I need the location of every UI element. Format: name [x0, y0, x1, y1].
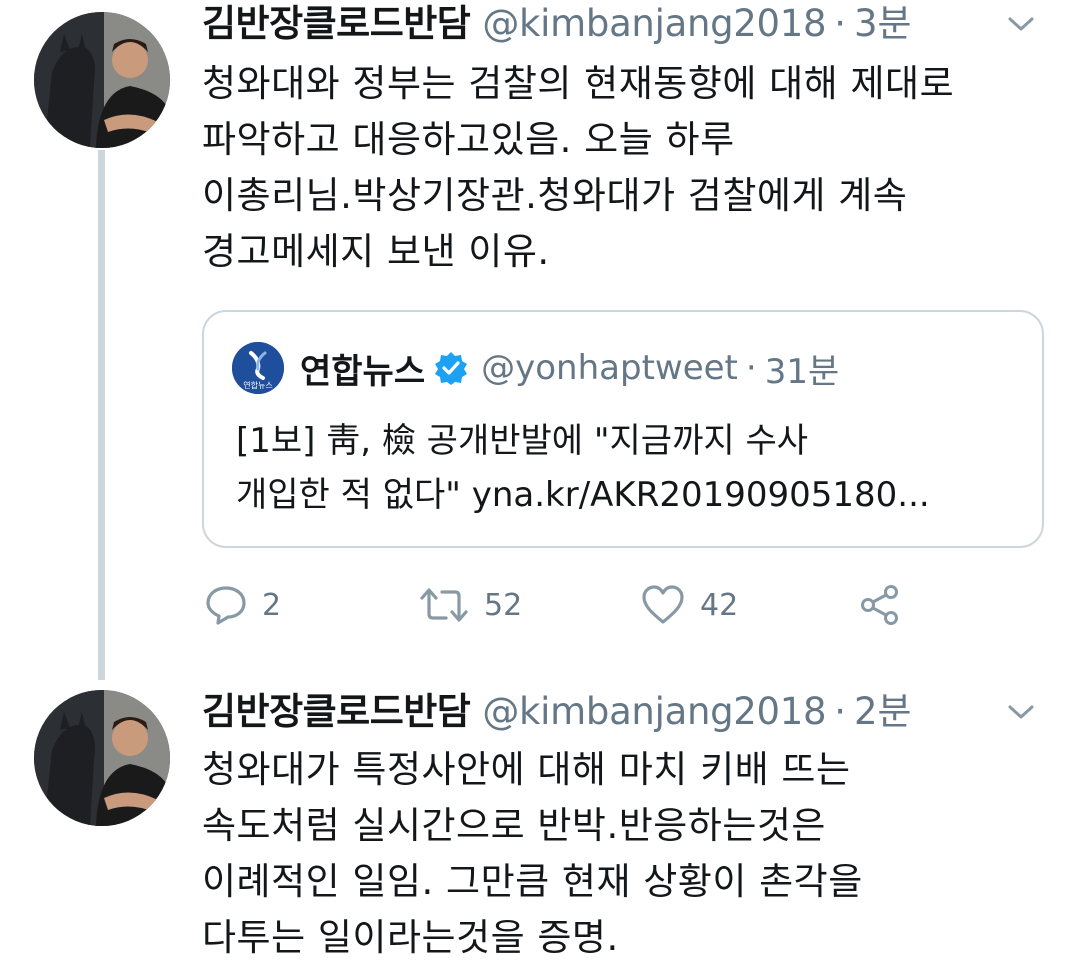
share-icon [861, 585, 898, 625]
tweet-text: 청와대와 정부는 검찰의 현재동향에 대해 제대로 파악하고 대응하고있음. 오… [202, 56, 1050, 280]
tweet-text: 청와대가 특정사안에 대해 마치 키배 뜨는 속도처럼 실시간으로 반박.반응하… [202, 742, 1050, 966]
verified-badge-icon [435, 352, 468, 385]
tweet-line: 경고메세지 보낸 이유. [202, 230, 550, 273]
tweet-header: 김반장클로드반담 @kimbanjang2018 · 3분 [202, 2, 1050, 46]
author-name[interactable]: 김반장클로드반담 [202, 2, 471, 46]
timestamp[interactable]: 3분 [854, 2, 912, 46]
quoted-tweet-header: 연합뉴스 연합뉴스 @yonhaptweet · 31분 [232, 342, 839, 394]
quoted-tweet-line: [1보] 靑, 檢 공개반발에 "지금까지 수사 [236, 421, 809, 461]
tweet-actions: 2 52 42 [202, 580, 922, 630]
chevron-down-icon[interactable] [1006, 700, 1036, 724]
tweet-line: 파악하고 대응하고있음. 오늘 하루 [202, 118, 735, 161]
timestamp[interactable]: 2분 [854, 690, 912, 734]
tweet-line: 이례적인 일임. 그만큼 현재 상황이 촌각을 [202, 860, 863, 903]
author-name[interactable]: 김반장클로드반담 [202, 690, 471, 734]
tweet-line: 이총리님.박상기장관.청와대가 검찰에게 계속 [202, 174, 908, 217]
quoted-author-handle[interactable]: @yonhaptweet [481, 348, 738, 388]
quoted-timestamp[interactable]: 31분 [765, 344, 840, 393]
yonhap-logo-avatar[interactable]: 연합뉴스 [232, 342, 284, 394]
separator-dot: · [834, 2, 847, 45]
retweet-count: 52 [484, 587, 523, 623]
retweet-button[interactable]: 52 [418, 580, 522, 630]
separator-dot: · [745, 348, 757, 388]
tweet-header: 김반장클로드반담 @kimbanjang2018 · 2분 [202, 690, 1050, 734]
author-handle[interactable]: @kimbanjang2018 [482, 690, 826, 734]
share-button[interactable] [858, 580, 916, 630]
reply-icon [206, 586, 246, 625]
like-button[interactable]: 42 [640, 580, 738, 630]
yonhap-logo-text: 연합뉴스 [243, 381, 272, 390]
separator-dot: · [834, 690, 847, 733]
chevron-down-icon[interactable] [1006, 12, 1036, 36]
author-handle[interactable]: @kimbanjang2018 [482, 2, 826, 46]
tweet-line: 청와대와 정부는 검찰의 현재동향에 대해 제대로 [202, 62, 955, 105]
thread-connector-line [98, 150, 105, 680]
tweet[interactable]: 김반장클로드반담 @kimbanjang2018 · 3분 청와대와 정부는 검… [202, 2, 1050, 280]
tweet-line: 다투는 일이라는것을 증명. [202, 916, 619, 959]
quoted-tweet-line: 개입한 적 없다" yna.kr/AKR20190905180... [236, 475, 930, 515]
avatar[interactable] [34, 690, 170, 826]
tweet[interactable]: 김반장클로드반담 @kimbanjang2018 · 2분 청와대가 특정사안에… [202, 690, 1050, 966]
like-count: 42 [700, 587, 739, 623]
avatar[interactable] [34, 12, 170, 148]
reply-count: 2 [262, 587, 282, 623]
reply-button[interactable]: 2 [204, 580, 281, 630]
quoted-tweet[interactable]: 연합뉴스 연합뉴스 @yonhaptweet · 31분 [1보] 靑, 檢 공… [202, 310, 1044, 548]
tweet-line: 속도처럼 실시간으로 반박.반응하는것은 [202, 804, 826, 847]
quoted-author-name[interactable]: 연합뉴스 [300, 344, 425, 393]
retweet-icon [420, 588, 468, 622]
quoted-tweet-text: [1보] 靑, 檢 공개반발에 "지금까지 수사 개입한 적 없다" yna.k… [236, 414, 930, 522]
tweet-line: 청와대가 특정사안에 대해 마치 키배 뜨는 [202, 748, 851, 791]
like-icon [642, 585, 684, 624]
